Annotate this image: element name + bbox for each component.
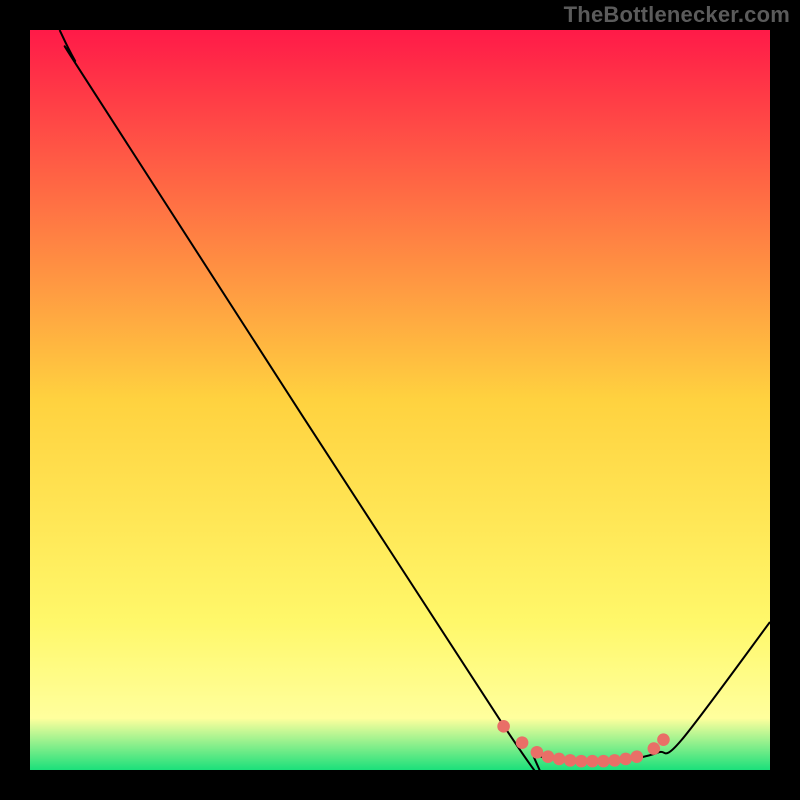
optimal-range-dot [586, 755, 599, 768]
optimal-range-dot [531, 746, 544, 759]
optimal-range-dot [619, 753, 632, 766]
bottleneck-chart [30, 30, 770, 770]
optimal-range-dot [542, 750, 555, 763]
optimal-range-dot [648, 742, 661, 755]
optimal-range-dot [575, 755, 588, 768]
optimal-range-dot [516, 736, 529, 749]
watermark-text: TheBottlenecker.com [564, 2, 790, 28]
chart-gradient-background [30, 30, 770, 770]
optimal-range-dot [631, 750, 644, 763]
chart-plot-area [30, 30, 770, 770]
optimal-range-dot [657, 733, 670, 746]
optimal-range-dot [564, 754, 577, 767]
optimal-range-dot [608, 754, 621, 767]
optimal-range-dot [597, 755, 610, 768]
optimal-range-dot [553, 753, 566, 766]
optimal-range-dot [497, 720, 510, 733]
